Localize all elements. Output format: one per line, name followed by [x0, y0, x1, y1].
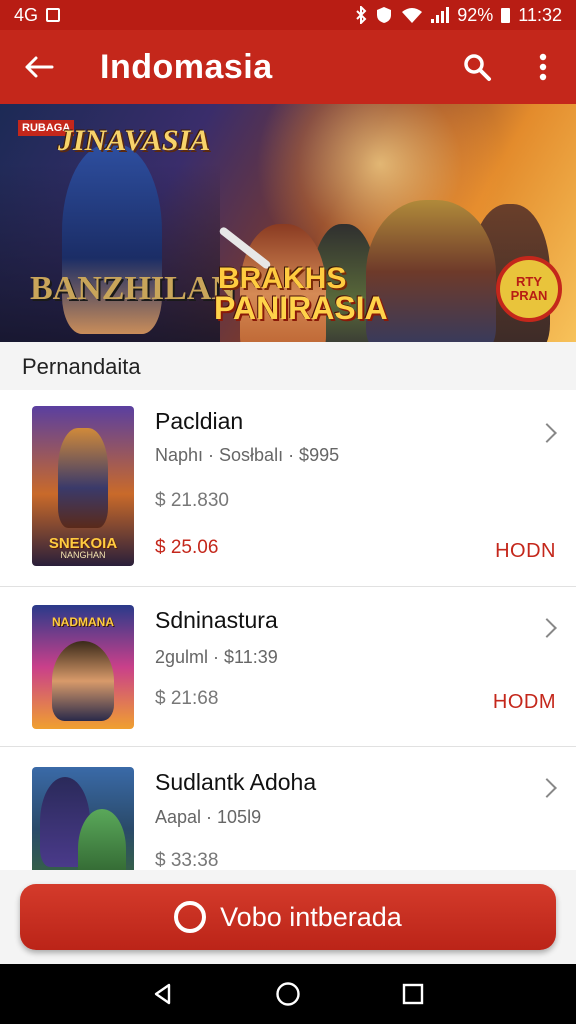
item-price: $ 21.830: [155, 490, 229, 511]
clock: 11:32: [518, 4, 562, 25]
chevron-right-icon: [537, 423, 557, 443]
more-options-button[interactable]: [510, 30, 576, 104]
bluetooth-icon: [356, 6, 367, 24]
section-title: Pernandaita: [0, 342, 576, 390]
thumb-character: [58, 428, 108, 528]
nav-home-button[interactable]: [268, 974, 308, 1014]
item-meta: Aapal · 105l9: [155, 807, 262, 827]
nav-home-icon: [276, 982, 300, 1006]
item-status: HODM: [492, 691, 556, 713]
chevron-right-icon: [537, 618, 557, 638]
banner-badge-line1: RTY: [516, 274, 542, 289]
status-bar: 4G 92% 11:32: [0, 0, 576, 30]
game-thumbnail: [32, 767, 134, 870]
nav-back-button[interactable]: [143, 974, 183, 1014]
app-bar: Indomasia: [0, 30, 576, 104]
battery-percent: 92%: [457, 4, 494, 25]
thumb-caption-top: NADMANA: [52, 615, 114, 629]
nav-back-icon: [154, 983, 170, 1005]
banner-logo-left: BANZHILAN: [30, 270, 236, 307]
wifi-icon: [402, 8, 423, 23]
thumb-creature: [78, 809, 126, 870]
item-meta: Naphı · Sosłbalı · $995: [155, 445, 340, 465]
system-nav-bar: [0, 964, 576, 1024]
signal-icon: [431, 7, 450, 23]
banner-logo-mid-line2: PANIRASIA: [214, 290, 388, 326]
search-icon: [464, 54, 491, 81]
game-thumbnail: SNEKOIA NANGHAN: [32, 406, 134, 566]
primary-action-button[interactable]: Vobo intberada: [20, 884, 556, 950]
thumb-subcaption: NANGHAN: [60, 550, 106, 560]
back-button[interactable]: [0, 30, 78, 104]
back-arrow-icon: [25, 56, 54, 78]
app-title: Indomasia: [100, 47, 273, 86]
banner-badge-line2: PRAN: [510, 288, 548, 303]
nav-recents-button[interactable]: [393, 974, 433, 1014]
network-type-label: 4G: [14, 4, 39, 25]
chevron-right-icon: [537, 778, 557, 798]
game-thumbnail: NADMANA: [32, 605, 134, 729]
list-item[interactable]: Sudlantk Adoha Aapal · 105l9 $ 33:38: [0, 747, 576, 870]
nav-recents-icon: [403, 983, 424, 1005]
primary-action-label: Vobo intberada: [220, 901, 402, 932]
promo-banner[interactable]: RUBAGA JINAVASIA BANZHILAN BRAKHS PANIRA…: [0, 104, 576, 342]
status-right: 92% 11:32: [355, 5, 562, 26]
list-item[interactable]: NADMANA Sdninastura 2gulml · $11:39 $ 21…: [0, 587, 576, 747]
item-sale-price: $ 25.06: [155, 537, 219, 558]
banner-badge: RTY PRAN: [496, 256, 562, 322]
item-title: Sudlantk Adoha: [155, 769, 317, 795]
bottom-action-area: Vobo intberada: [0, 870, 576, 964]
item-price: $ 33:38: [155, 850, 219, 870]
circle-icon: [174, 901, 207, 933]
item-price: $ 21:68: [155, 688, 219, 709]
item-status: HODN: [495, 540, 556, 562]
thumb-character: [52, 641, 114, 721]
notification-icon: [46, 8, 61, 22]
item-meta: 2gulml · $11:39: [155, 647, 278, 667]
banner-logo-top: JINAVASIA: [58, 124, 211, 157]
item-title: Sdninastura: [155, 607, 278, 633]
battery-icon: [501, 7, 511, 23]
item-title: Pacldian: [155, 408, 244, 434]
shield-icon: [377, 7, 392, 23]
status-left: 4G: [14, 4, 61, 26]
more-vert-icon: [539, 53, 547, 81]
search-button[interactable]: [444, 30, 510, 104]
list-item[interactable]: SNEKOIA NANGHAN Pacldian Naphı · Sosłbal…: [0, 390, 576, 587]
game-list: SNEKOIA NANGHAN Pacldian Naphı · Sosłbal…: [0, 390, 576, 870]
